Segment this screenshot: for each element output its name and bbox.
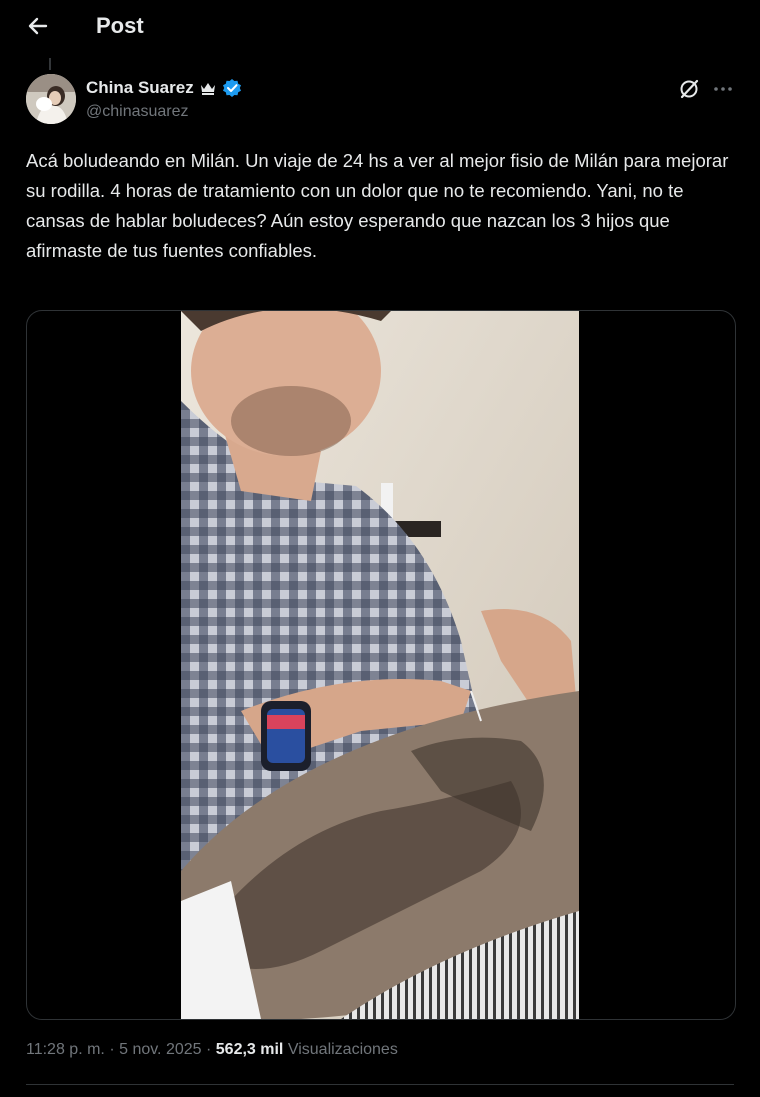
verified-badge-icon[interactable] [222,78,242,98]
grok-icon [680,79,699,99]
tweet-media[interactable] [26,310,736,1020]
author-name[interactable]: China Suarez [86,78,194,98]
more-options-button[interactable] [712,78,734,100]
page-title: Post [96,13,144,38]
author-handle[interactable]: @chinasuarez [86,103,189,121]
views-count: 562,3 mil [215,1041,284,1058]
tweet-meta: 11:28 p. m. · 5 nov. 2025 · 562,3 mil Vi… [26,1041,398,1059]
avatar-image [26,74,76,124]
tweet-date[interactable]: 5 nov. 2025 [119,1041,201,1058]
avatar[interactable] [26,74,76,124]
tweet-photo[interactable] [181,311,579,1019]
meta-separator: · [109,1041,115,1058]
meta-separator: · [205,1041,212,1058]
tweet-time[interactable]: 11:28 p. m. [26,1041,105,1058]
top-bar: Post [0,0,760,54]
views-label: Visualizaciones [287,1041,398,1058]
grok-button[interactable] [678,78,700,100]
tweet-text: Acá boludeando en Milán. Un viaje de 24 … [26,150,729,261]
crown-icon [200,83,215,95]
author-name-row: China Suarez [86,78,242,98]
more-options-icon [714,87,732,91]
back-button[interactable] [24,12,52,40]
thread-connector [49,58,51,70]
divider [26,1084,734,1085]
arrow-left-icon [28,17,48,35]
